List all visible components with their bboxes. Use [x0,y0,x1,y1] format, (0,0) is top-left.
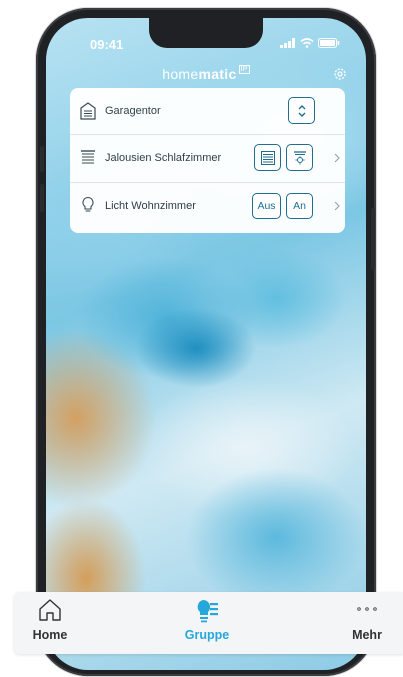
garage-door-icon [80,102,96,120]
lightbulb-icon [82,196,94,212]
app-screen: 09:41 homematic IP Garagentor Jalousien … [46,18,366,670]
status-time: 09:41 [90,37,124,52]
battery-icon [318,38,340,48]
tab-mehr[interactable]: Mehr [332,592,402,654]
light-on-button[interactable]: An [286,193,313,219]
blinds-closed-icon [260,150,275,165]
device-row-garagentor[interactable]: Garagentor [70,88,345,134]
tab-home[interactable]: Home [14,592,86,654]
chevron-up-down-icon [298,104,305,117]
brand-bold: matic [198,66,237,82]
tab-label: Mehr [352,628,382,642]
device-label: Licht Wohnzimmer [105,200,196,212]
notch [149,18,263,48]
tab-gruppe[interactable]: Gruppe [166,592,248,654]
signal-icon [280,38,295,48]
phone-power-button [371,208,375,270]
phone-side-button [40,146,44,172]
device-label: Garagentor [105,105,161,117]
phone-volume-button [40,184,44,212]
chevron-right-icon[interactable] [333,200,341,212]
wifi-icon [300,38,314,48]
blinds-icon [81,150,95,164]
device-list-card: Garagentor Jalousien Schlafzimmer Licht … [70,88,345,233]
house-icon [39,599,61,621]
device-row-licht[interactable]: Licht Wohnzimmer Aus An [70,183,345,229]
tab-bar: Home Gruppe Mehr [14,592,403,654]
garage-stepper-button[interactable] [288,97,315,124]
brand-badge: IP [238,65,250,74]
tab-label: Gruppe [184,628,230,642]
brand-light: home [162,66,199,82]
status-icons [280,38,340,48]
device-row-jalousien[interactable]: Jalousien Schlafzimmer [70,135,345,181]
chevron-right-icon[interactable] [333,152,341,164]
app-logo: homematic IP [46,65,366,82]
device-label: Jalousien Schlafzimmer [105,152,222,164]
group-lightbulb-icon [197,599,218,623]
blinds-open-sun-icon [293,150,306,164]
settings-gear-icon[interactable] [332,66,348,82]
blinds-open-button[interactable] [286,144,313,171]
more-dots-icon [357,607,377,611]
blinds-close-button[interactable] [254,144,281,171]
tab-label: Home [32,628,68,642]
light-off-button[interactable]: Aus [252,193,281,219]
